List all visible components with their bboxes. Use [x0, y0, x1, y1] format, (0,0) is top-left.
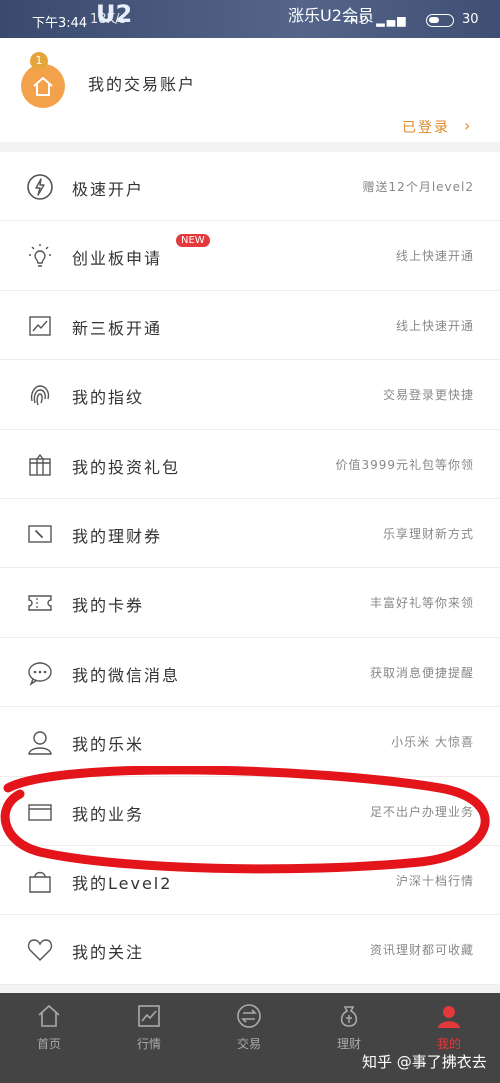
menu-label: 我的卡券	[72, 596, 145, 616]
menu-item-level2[interactable]: 我的Level2 沪深十档行情	[0, 846, 500, 916]
lightbulb-icon	[29, 244, 51, 268]
tab-label: 交易	[236, 1037, 261, 1051]
menu-label: 我的Level2	[72, 873, 173, 893]
voucher-icon	[28, 525, 52, 543]
profile-icon	[438, 1006, 460, 1028]
menu-item-coupon[interactable]: 我的卡券 丰富好礼等你来领	[0, 568, 500, 638]
login-status[interactable]: 已登录	[402, 117, 450, 137]
menu-desc: 沪深十档行情	[395, 873, 474, 888]
menu-item-fast-open[interactable]: 极速开户 赠送12个月level2	[0, 152, 500, 222]
lightning-icon	[27, 174, 53, 200]
chat-icon	[28, 662, 52, 686]
menu-desc: 线上快速开通	[395, 249, 474, 264]
menu-label: 创业板申请	[72, 249, 163, 269]
tab-market[interactable]: 行情	[119, 1003, 179, 1052]
gift-icon	[29, 453, 51, 476]
account-header[interactable]: 1 我的交易账户 已登录 ›	[0, 38, 500, 142]
menu-item-chinext[interactable]: 创业板申请 NEW 线上快速开通	[0, 221, 500, 291]
heart-icon	[27, 939, 53, 962]
status-time: 下午3:44	[32, 16, 88, 31]
menu-label: 我的微信消息	[72, 665, 181, 685]
home-icon	[38, 1004, 60, 1027]
level-badge: 1	[30, 52, 48, 70]
menu-item-fingerprint[interactable]: 我的指纹 交易登录更快捷	[0, 360, 500, 430]
menu-label: 我的指纹	[72, 388, 145, 408]
menu-label: 我的乐米	[72, 735, 145, 755]
trade-icon	[237, 1004, 261, 1028]
avatar	[21, 64, 65, 108]
status-bar: 下午3:44 18K/s U2 涨乐U2会员 HD ▂▄▆ 30	[0, 0, 500, 38]
menu-desc: 乐享理财新方式	[382, 526, 474, 541]
menu-desc: 足不出户办理业务	[369, 804, 474, 819]
tab-finance[interactable]: 理财	[319, 1003, 379, 1052]
bag-icon	[29, 871, 51, 893]
menu-item-finance-voucher[interactable]: 我的理财券 乐享理财新方式	[0, 499, 500, 569]
menu-desc: 资讯理财都可收藏	[369, 943, 474, 958]
menu-desc: 小乐米 大惊喜	[391, 735, 474, 750]
new-badge: NEW	[176, 234, 210, 248]
tab-trade[interactable]: 交易	[219, 1003, 279, 1052]
chevron-right-icon[interactable]: ›	[464, 116, 470, 135]
banner-logo: U2	[96, 0, 133, 28]
menu-item-neeq[interactable]: 新三板开通 线上快速开通	[0, 291, 500, 361]
coupon-icon	[28, 595, 52, 612]
menu-label: 我的业务	[72, 804, 145, 824]
menu-label: 我的投资礼包	[72, 457, 181, 477]
menu-desc: 线上快速开通	[395, 318, 474, 333]
menu-label: 极速开户	[72, 180, 145, 199]
menu-desc: 获取消息便捷提醒	[369, 665, 474, 680]
menu-item-wechat[interactable]: 我的微信消息 获取消息便捷提醒	[0, 638, 500, 708]
house-icon	[33, 77, 53, 96]
battery-icon	[426, 14, 454, 27]
menu-desc: 赠送12个月level2	[362, 180, 474, 194]
account-title: 我的交易账户	[88, 75, 197, 94]
battery-level: 30	[462, 12, 479, 27]
card-icon	[28, 803, 52, 821]
menu-desc: 价值3999元礼包等你领	[335, 457, 474, 472]
watermark: 知乎 @事了拂衣去	[362, 1053, 487, 1071]
menu-item-gift[interactable]: 我的投资礼包 价值3999元礼包等你领	[0, 430, 500, 499]
menu-label: 我的理财券	[72, 526, 163, 546]
menu-item-business[interactable]: 我的业务 足不出户办理业务	[0, 777, 500, 846]
menu-desc: 丰富好礼等你来领	[369, 596, 474, 611]
signal-icon: HD ▂▄▆	[350, 14, 408, 27]
tab-label: 首页	[36, 1037, 61, 1051]
menu-item-favorites[interactable]: 我的关注 资讯理财都可收藏	[0, 915, 500, 985]
tab-home[interactable]: 首页	[19, 1003, 79, 1052]
tab-label: 理财	[336, 1037, 361, 1051]
tab-label: 我的	[436, 1037, 461, 1051]
chart-icon	[29, 316, 51, 336]
user-icon	[28, 731, 52, 755]
menu-desc: 交易登录更快捷	[382, 388, 474, 403]
finance-icon	[340, 1006, 358, 1027]
menu-item-lemi[interactable]: 我的乐米 小乐米 大惊喜	[0, 707, 500, 777]
market-icon	[138, 1005, 160, 1027]
menu-list: 极速开户 赠送12个月level2 创业板申请 NEW 线上快速开通 新三板开通…	[0, 152, 500, 985]
menu-label: 新三板开通	[72, 318, 163, 338]
fingerprint-icon	[30, 385, 50, 406]
menu-label: 我的关注	[72, 943, 145, 963]
tab-profile[interactable]: 我的	[419, 1003, 479, 1052]
tab-label: 行情	[136, 1037, 161, 1051]
